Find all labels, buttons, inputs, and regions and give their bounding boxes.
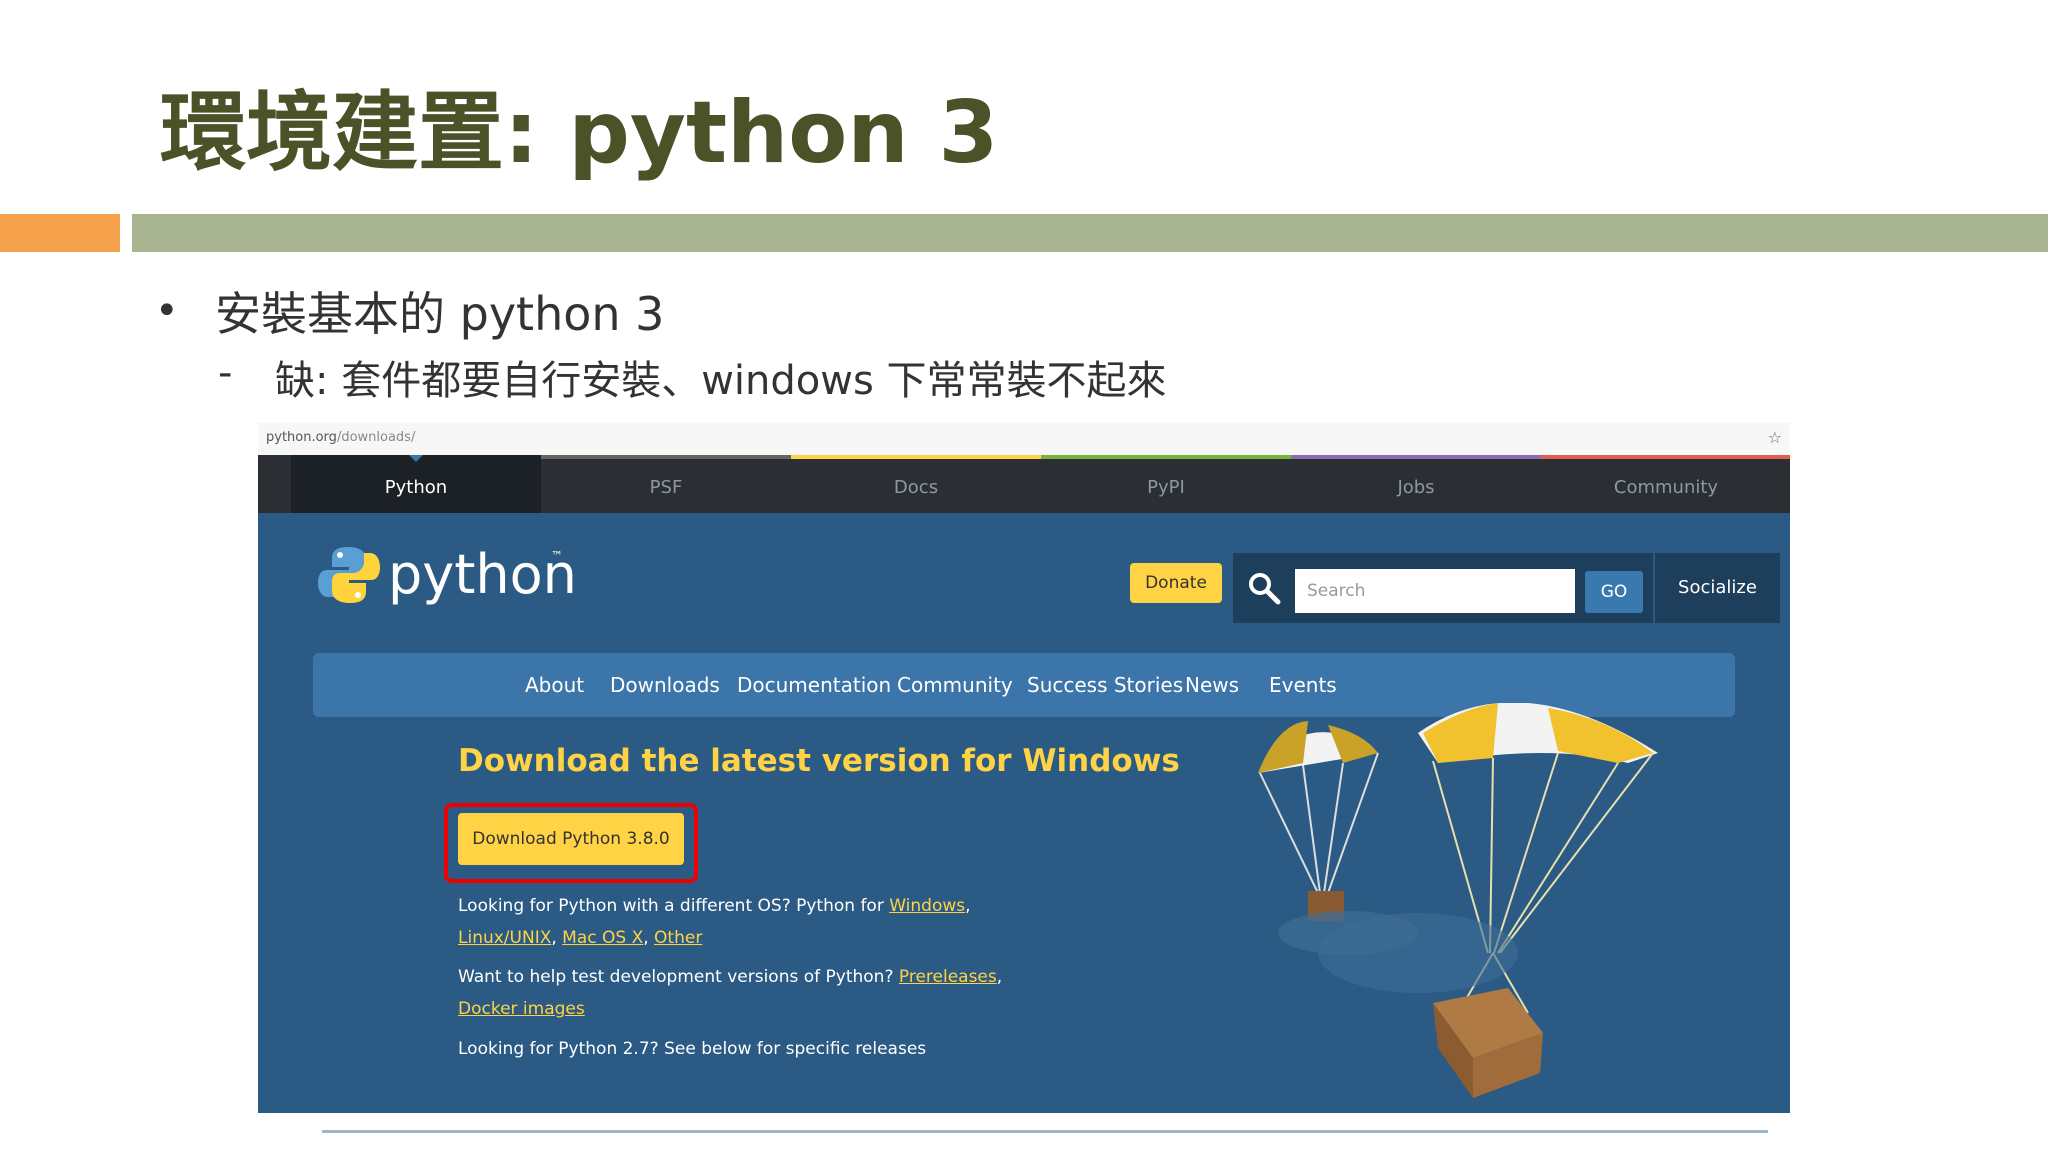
nav-about[interactable]: About — [525, 653, 584, 717]
other-os-line: Looking for Python with a different OS? … — [458, 896, 971, 916]
prerelease-line: Want to help test development versions o… — [458, 967, 1003, 987]
python27-line: Looking for Python 2.7? See below for sp… — [458, 1039, 927, 1059]
search-input[interactable]: Search — [1295, 569, 1575, 613]
hero-section: python ™ Donate Search GO Socialize Abou… — [258, 513, 1790, 1113]
bullet-text: 安裝基本的 python 3 — [215, 287, 665, 341]
topnav-docs[interactable]: Docs — [791, 455, 1041, 513]
nav-downloads[interactable]: Downloads — [610, 653, 720, 717]
download-python-button[interactable]: Download Python 3.8.0 — [458, 813, 684, 865]
python-logo[interactable]: python ™ — [318, 543, 577, 613]
link-windows[interactable]: Windows — [889, 896, 965, 916]
parachutes-illustration-icon — [1258, 703, 1658, 1098]
active-caret-icon — [409, 455, 423, 462]
nav-news[interactable]: News — [1185, 653, 1239, 717]
link-prereleases[interactable]: Prereleases — [899, 967, 997, 987]
bottom-divider — [322, 1130, 1768, 1133]
green-accent-bar — [132, 214, 2048, 252]
topnav-psf[interactable]: PSF — [541, 455, 791, 513]
bookmark-star-icon[interactable]: ☆ — [1768, 428, 1782, 447]
donate-button[interactable]: Donate — [1130, 563, 1222, 603]
orange-accent-bar — [0, 214, 120, 252]
topnav-python[interactable]: Python — [291, 455, 541, 513]
nav-success-stories[interactable]: Success Stories — [1027, 653, 1183, 717]
topnav-jobs[interactable]: Jobs — [1291, 455, 1541, 513]
top-navigation: Python PSF Docs PyPI Jobs Community — [258, 455, 1790, 513]
python-org-screenshot: python.org/downloads/ ☆ Python PSF Docs … — [258, 423, 1790, 1113]
socialize-button[interactable]: Socialize — [1653, 553, 1780, 623]
link-mac[interactable]: Mac OS X — [562, 928, 643, 948]
link-docker[interactable]: Docker images — [458, 999, 585, 1019]
address-bar[interactable]: python.org/downloads/ ☆ — [258, 423, 1790, 456]
url-text[interactable]: python.org/downloads/ — [266, 430, 415, 445]
search-area: Search GO — [1233, 553, 1653, 623]
topnav-community[interactable]: Community — [1541, 455, 1790, 513]
sub-bullet-text: 缺: 套件都要自行安裝、windows 下常常裝不起來 — [275, 358, 1167, 404]
slide-title: 環境建置: python 3 — [160, 83, 999, 183]
logo-wordmark: python — [388, 543, 577, 606]
sub-bullet-marker: - — [218, 350, 233, 396]
nav-community[interactable]: Community — [897, 653, 1013, 717]
link-linux[interactable]: Linux/UNIX — [458, 928, 551, 948]
docker-line: Docker images — [458, 999, 585, 1019]
search-icon[interactable] — [1247, 571, 1281, 605]
bullet-marker: • — [155, 288, 179, 334]
download-heading: Download the latest version for Windows — [458, 743, 1180, 779]
go-button[interactable]: GO — [1585, 571, 1643, 613]
nav-documentation[interactable]: Documentation — [737, 653, 891, 717]
other-os-links: Linux/UNIX, Mac OS X, Other — [458, 928, 703, 948]
python-snake-icon — [318, 547, 380, 603]
logo-trademark: ™ — [551, 549, 563, 563]
topnav-pypi[interactable]: PyPI — [1041, 455, 1291, 513]
link-other[interactable]: Other — [654, 928, 702, 948]
